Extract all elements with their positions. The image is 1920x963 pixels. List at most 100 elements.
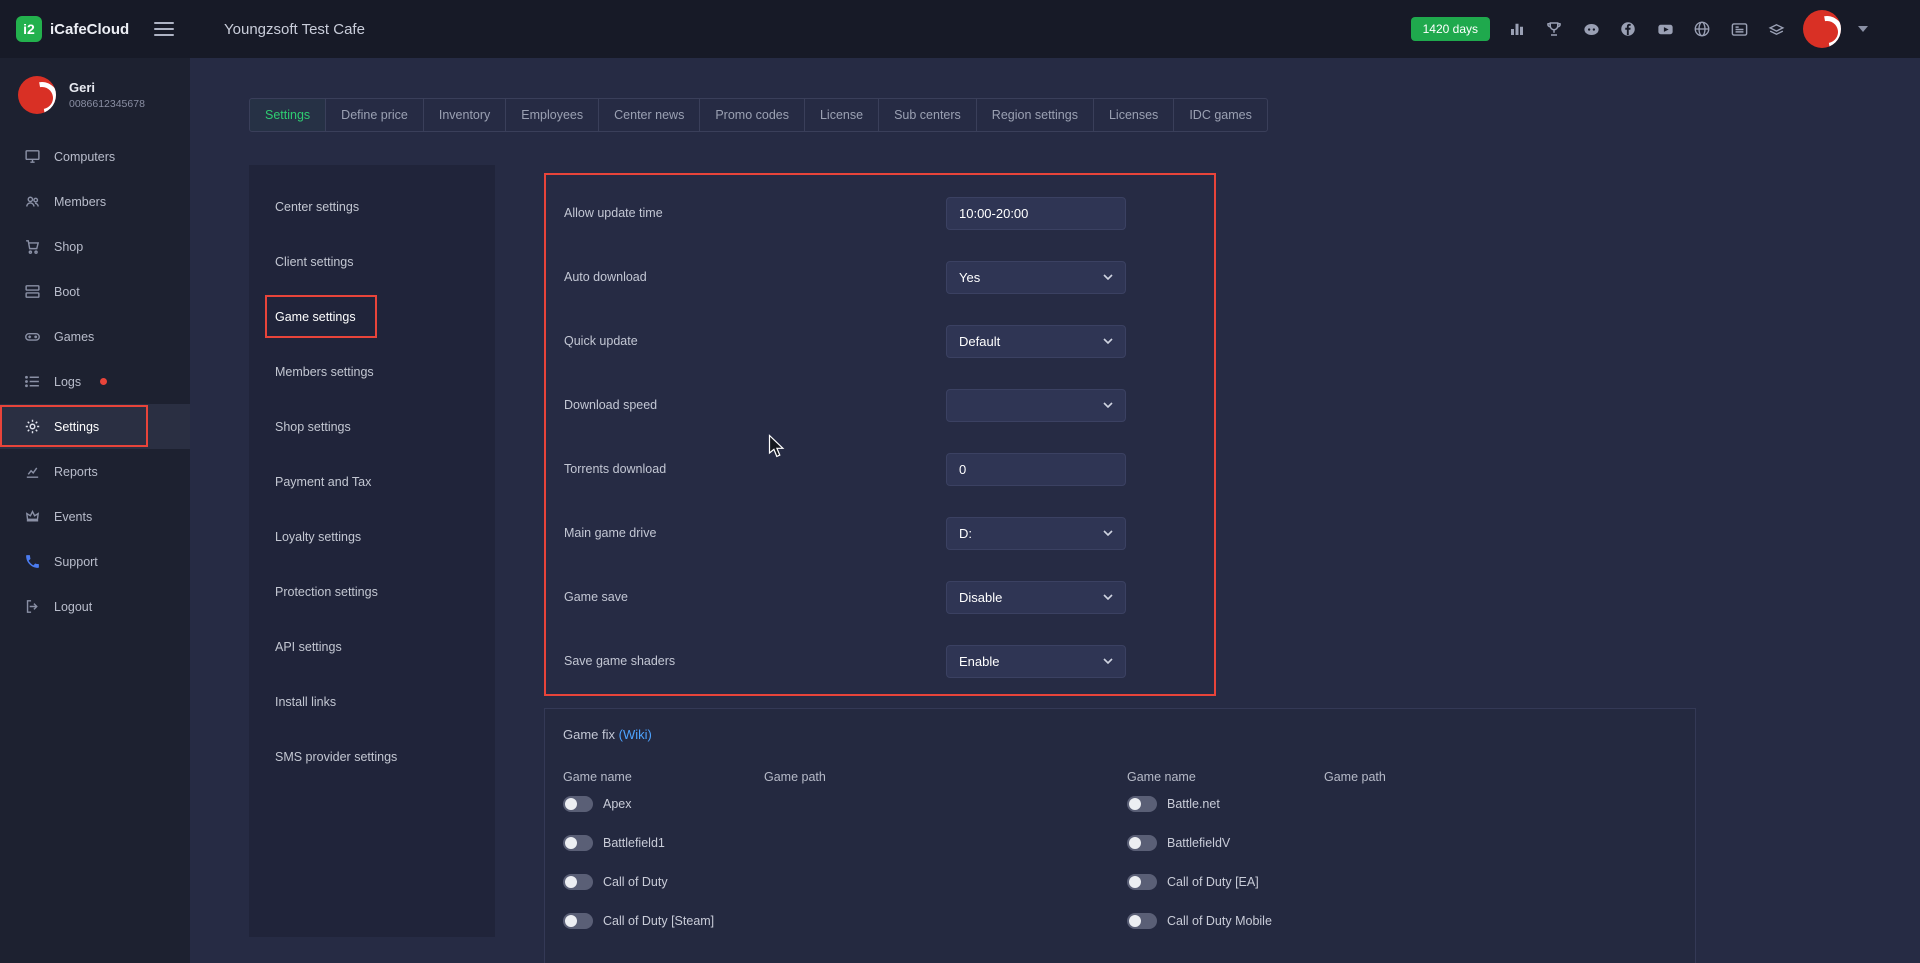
game-name: Apex — [603, 797, 632, 811]
sidebar-item-label: Settings — [54, 420, 99, 434]
wiki-link[interactable]: (Wiki) — [619, 727, 652, 742]
sidebar-item-games[interactable]: Games — [0, 314, 190, 359]
tab-settings[interactable]: Settings — [249, 98, 326, 132]
facebook-icon[interactable] — [1618, 19, 1638, 39]
settings-menu-item-sms-provider-settings[interactable]: SMS provider settings — [249, 729, 495, 784]
main-game-drive-select[interactable]: D: — [946, 517, 1126, 550]
sidebar-item-boot[interactable]: Boot — [0, 269, 190, 314]
layers-icon[interactable] — [1766, 19, 1786, 39]
toggle-call-of-duty-steam[interactable] — [563, 913, 593, 929]
chevron-down-icon — [1103, 274, 1113, 280]
select-value: Default — [959, 334, 1000, 349]
tab-inventory[interactable]: Inventory — [423, 98, 506, 132]
settings-menu-item-loyalty-settings[interactable]: Loyalty settings — [249, 509, 495, 564]
select-value: Yes — [959, 270, 980, 285]
game-name: BattlefieldV — [1167, 836, 1230, 850]
save-game-shaders-select[interactable]: Enable — [946, 645, 1126, 678]
tab-sub-centers[interactable]: Sub centers — [878, 98, 977, 132]
youtube-icon[interactable] — [1655, 19, 1675, 39]
tab-employees[interactable]: Employees — [505, 98, 599, 132]
game-name: Call of Duty Mobile — [1167, 914, 1272, 928]
topbar: i2 iCafeCloud Youngzsoft Test Cafe 1420 … — [0, 0, 1920, 58]
quick-update-select[interactable]: Default — [946, 325, 1126, 358]
toggle-battlefield1[interactable] — [563, 835, 593, 851]
sidebar-nav: Computers Members Shop Boot Games Logs — [0, 134, 190, 629]
game-fix-row: Call of Duty [Steam] Call of Duty Mobile — [563, 901, 1695, 940]
discord-icon[interactable] — [1581, 19, 1601, 39]
sidebar-item-logout[interactable]: Logout — [0, 584, 190, 629]
globe-icon[interactable] — [1692, 19, 1712, 39]
logout-icon — [24, 598, 41, 615]
settings-menu-item-api-settings[interactable]: API settings — [249, 619, 495, 674]
chevron-down-icon — [1103, 594, 1113, 600]
hamburger-menu-icon[interactable] — [154, 22, 174, 36]
select-value: Enable — [959, 654, 999, 669]
stats-icon[interactable] — [1507, 19, 1527, 39]
chart-line-icon — [24, 463, 41, 480]
sidebar-item-logs[interactable]: Logs — [0, 359, 190, 404]
settings-menu-item-payment-and-tax[interactable]: Payment and Tax — [249, 454, 495, 509]
logs-notification-dot — [100, 378, 107, 385]
download-speed-select[interactable] — [946, 389, 1126, 422]
gear-icon — [24, 418, 41, 435]
tab-idc-games[interactable]: IDC games — [1173, 98, 1268, 132]
toggle-call-of-duty-ea[interactable] — [1127, 874, 1157, 890]
auto-download-select[interactable]: Yes — [946, 261, 1126, 294]
sidebar-item-events[interactable]: Events — [0, 494, 190, 539]
tab-center-news[interactable]: Center news — [598, 98, 700, 132]
settings-menu-item-install-links[interactable]: Install links — [249, 674, 495, 729]
tab-licenses[interactable]: Licenses — [1093, 98, 1174, 132]
toggle-battle-net[interactable] — [1127, 796, 1157, 812]
topbar-actions: 1420 days — [1411, 10, 1920, 48]
tab-bar: Settings Define price Inventory Employee… — [249, 98, 1268, 132]
brand-logo[interactable]: i2 iCafeCloud — [16, 16, 129, 42]
settings-menu-item-client-settings[interactable]: Client settings — [249, 234, 495, 289]
sidebar-item-label: Support — [54, 555, 98, 569]
column-header: Game path — [764, 770, 1127, 784]
monitor-icon — [24, 148, 41, 165]
toggle-call-of-duty-mobile[interactable] — [1127, 913, 1157, 929]
form-row-quick-update: Quick update Default — [546, 309, 1214, 373]
settings-menu: Center settings Client settings Game set… — [249, 165, 495, 937]
allow-update-time-input[interactable] — [946, 197, 1126, 230]
cart-icon — [24, 238, 41, 255]
field-label: Game save — [564, 590, 946, 604]
tab-region-settings[interactable]: Region settings — [976, 98, 1094, 132]
sidebar-item-reports[interactable]: Reports — [0, 449, 190, 494]
settings-menu-item-center-settings[interactable]: Center settings — [249, 179, 495, 234]
toggle-battlefieldv[interactable] — [1127, 835, 1157, 851]
menu-item-label: Protection settings — [275, 585, 378, 599]
tab-promo-codes[interactable]: Promo codes — [699, 98, 805, 132]
torrents-download-input[interactable] — [946, 453, 1126, 486]
game-name: Battlefield1 — [603, 836, 665, 850]
settings-menu-item-game-settings[interactable]: Game settings — [249, 289, 495, 344]
license-days-badge[interactable]: 1420 days — [1411, 17, 1490, 41]
trophy-icon[interactable] — [1544, 19, 1564, 39]
sidebar-item-members[interactable]: Members — [0, 179, 190, 224]
toggle-call-of-duty[interactable] — [563, 874, 593, 890]
sidebar-item-label: Logout — [54, 600, 92, 614]
game-name: Battle.net — [1167, 797, 1220, 811]
menu-item-label: API settings — [275, 640, 342, 654]
form-row-download-speed: Download speed — [546, 373, 1214, 437]
translate-icon[interactable] — [1729, 19, 1749, 39]
sidebar-item-settings[interactable]: Settings — [0, 404, 190, 449]
user-avatar[interactable] — [1803, 10, 1841, 48]
sidebar-item-computers[interactable]: Computers — [0, 134, 190, 179]
game-save-select[interactable]: Disable — [946, 581, 1126, 614]
tab-license[interactable]: License — [804, 98, 879, 132]
sidebar-item-support[interactable]: Support — [0, 539, 190, 584]
toggle-apex[interactable] — [563, 796, 593, 812]
chevron-down-icon — [1103, 530, 1113, 536]
chevron-down-icon[interactable] — [1858, 26, 1868, 32]
form-row-auto-download: Auto download Yes — [546, 245, 1214, 309]
sidebar-item-shop[interactable]: Shop — [0, 224, 190, 269]
menu-item-label: Install links — [275, 695, 336, 709]
field-label: Torrents download — [564, 462, 946, 476]
settings-menu-item-members-settings[interactable]: Members settings — [249, 344, 495, 399]
settings-menu-item-protection-settings[interactable]: Protection settings — [249, 564, 495, 619]
game-fix-section: Game fix (Wiki) Game name Game path Game… — [544, 708, 1696, 963]
phone-icon — [24, 553, 41, 570]
tab-define-price[interactable]: Define price — [325, 98, 424, 132]
settings-menu-item-shop-settings[interactable]: Shop settings — [249, 399, 495, 454]
